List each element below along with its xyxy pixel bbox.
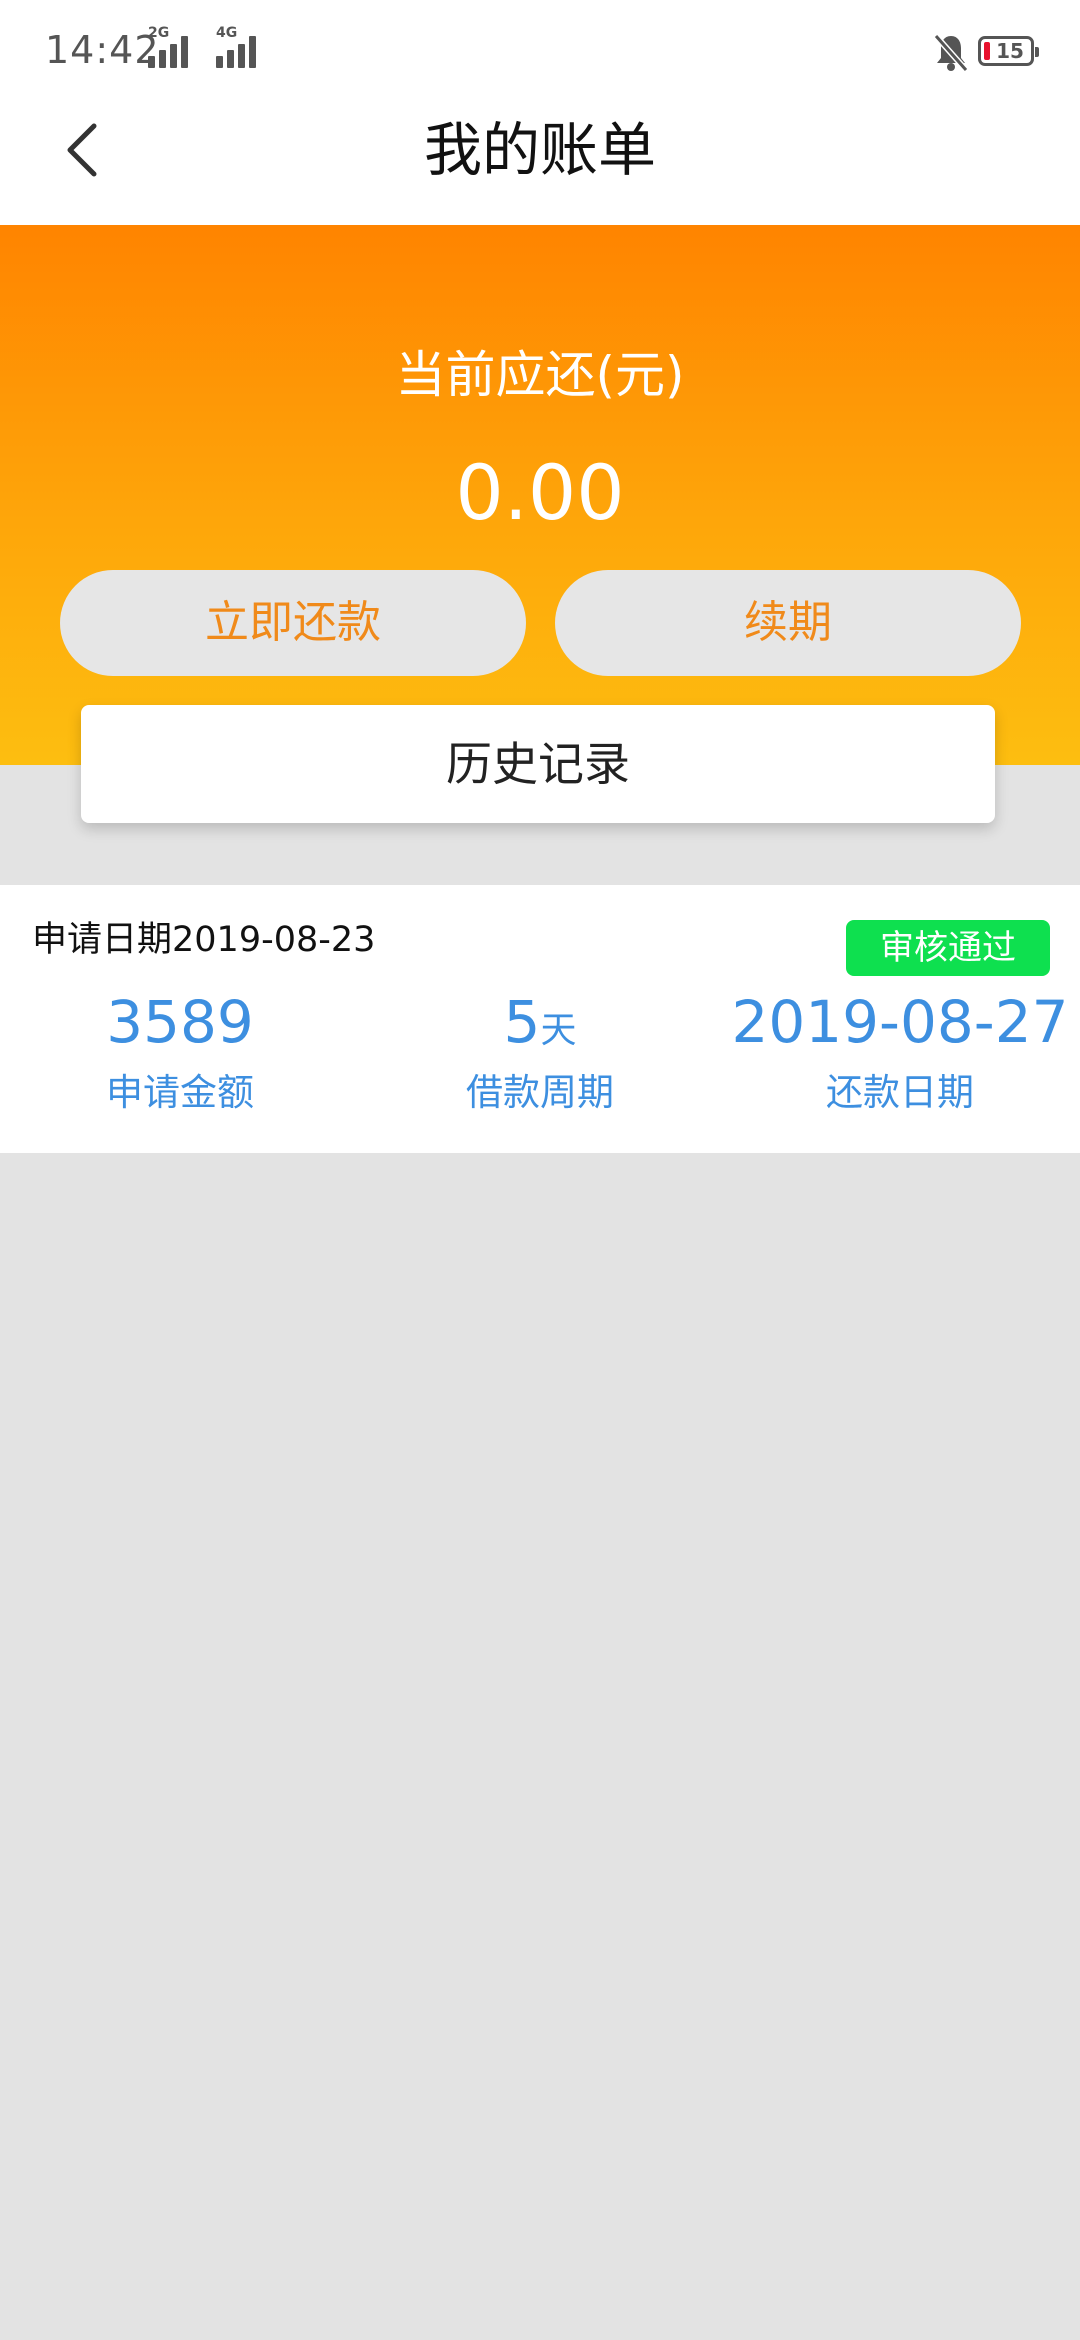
loan-period-value: 5天 [360,985,720,1059]
renew-button[interactable]: 续期 [555,570,1021,676]
network-type-2g: 2G [148,25,170,41]
current-due-label: 当前应还(元) [395,346,685,404]
loan-period-label: 借款周期 [466,1071,614,1114]
apply-amount-value: 3589 [106,988,254,1056]
status-bar: 14:42 2G 4G 15 [0,0,1080,100]
current-due-amount: 0.00 [455,448,625,537]
stat-apply-amount: 3589 申请金额 [0,985,360,1123]
network-type-4g: 4G [216,25,238,41]
status-badge: 审核通过 [846,920,1050,976]
history-button[interactable]: 历史记录 [81,705,995,823]
battery-percentage: 15 [996,39,1024,63]
battery-icon: 15 [978,36,1039,66]
stat-repay-date: 2019-08-27 还款日期 [720,985,1080,1123]
battery-level [984,42,990,60]
page-title: 我的账单 [423,116,656,184]
repay-date-label: 还款日期 [826,1071,974,1114]
stat-loan-period: 5天 借款周期 [360,985,720,1123]
apply-date-value: 2019-08-23 [172,920,376,960]
signal-2g-icon: 2G [148,26,194,68]
status-time: 14:42 [45,28,160,72]
apply-date-label: 申请日期 [32,920,173,960]
apply-amount-label: 申请金额 [106,1071,254,1114]
signal-4g-icon: 4G [216,26,266,68]
loan-period-number: 5 [503,988,541,1056]
loan-period-unit: 天 [540,1010,577,1051]
bell-muted-icon [933,34,969,72]
apply-date: 申请日期2019-08-23 [32,915,375,965]
repay-now-button[interactable]: 立即还款 [60,570,526,676]
repay-date-value: 2019-08-27 [731,988,1069,1056]
